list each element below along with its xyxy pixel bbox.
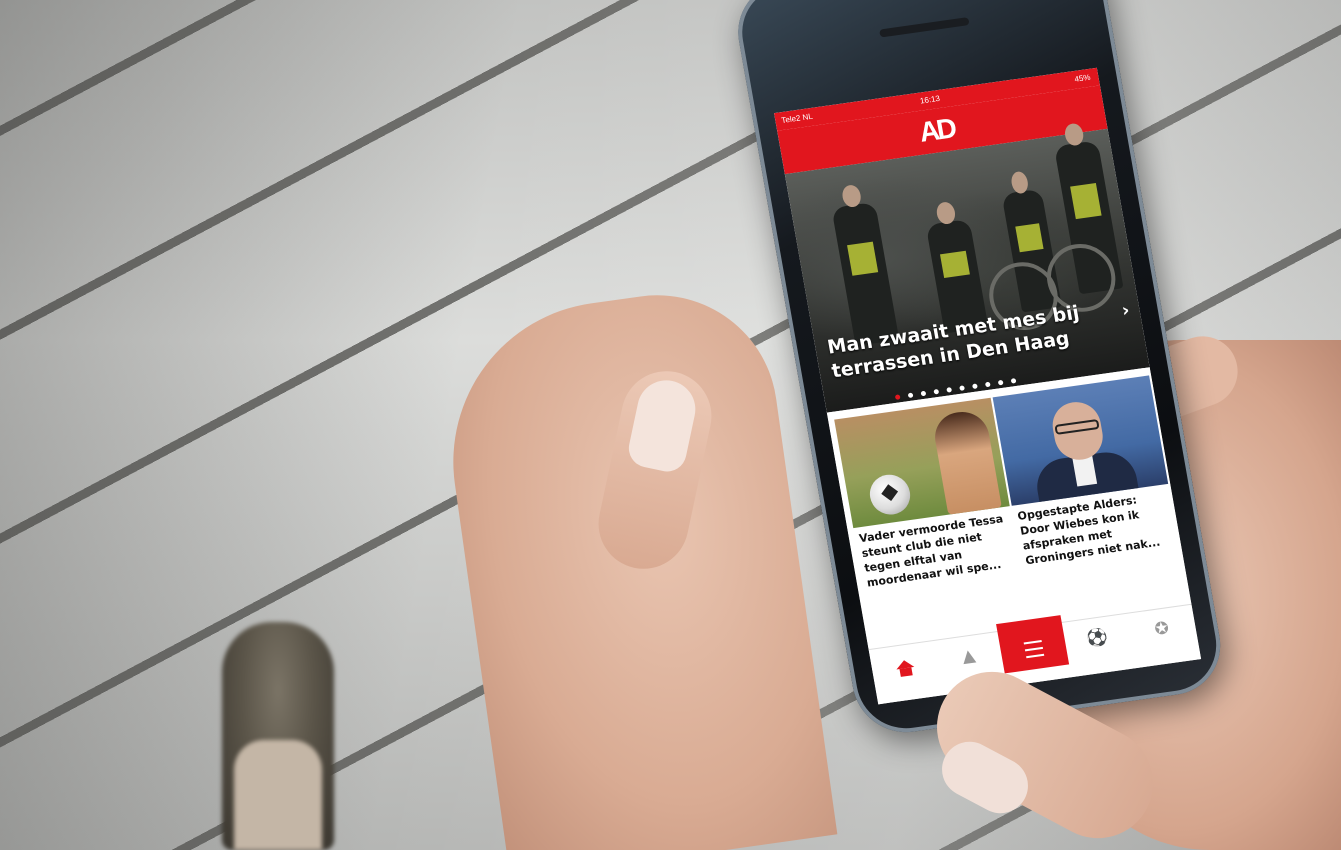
- carousel-dot[interactable]: [907, 392, 914, 399]
- portrait-image: [930, 408, 1002, 515]
- ad-logo: AD: [916, 112, 957, 148]
- carousel-dot[interactable]: [972, 383, 978, 390]
- carousel-dot[interactable]: [1010, 378, 1017, 384]
- bell-icon: ▲: [960, 645, 977, 668]
- football-image: [866, 472, 914, 518]
- hero-article[interactable]: Man zwaait met mes bij terrassen in Den …: [784, 122, 1150, 413]
- photo-scene: Tele2 NL 16:13 45% AD Man zwaait met mes…: [0, 0, 1341, 850]
- carousel-dot[interactable]: [984, 381, 991, 388]
- menu-icon: [998, 625, 1068, 667]
- home-icon: [870, 651, 938, 680]
- police-officer: [831, 184, 900, 346]
- carousel-dot[interactable]: [959, 385, 965, 391]
- chevron-right-icon[interactable]: ›: [1120, 300, 1131, 322]
- clock: 16:13: [919, 93, 941, 106]
- stars-icon: ✪: [1153, 618, 1171, 640]
- carousel-dot[interactable]: [920, 390, 927, 397]
- carousel-dot[interactable]: [933, 388, 940, 395]
- tab-sport[interactable]: ⚽: [1062, 614, 1136, 678]
- carousel-dot[interactable]: [997, 379, 1004, 386]
- article-image: [834, 397, 1010, 529]
- article-grid: Vader vermoorde Tessa steunt club die ni…: [826, 367, 1192, 650]
- carousel-dot[interactable]: [946, 387, 953, 393]
- tab-menu[interactable]: [996, 615, 1070, 674]
- carrier-label: Tele2 NL: [780, 111, 814, 126]
- tab-favorites[interactable]: ✪: [1126, 605, 1200, 669]
- football-icon: ⚽: [1085, 626, 1110, 650]
- carousel-dot[interactable]: [894, 394, 901, 400]
- tab-home[interactable]: [869, 641, 943, 704]
- article-image: [992, 375, 1169, 506]
- battery-level: 45%: [1073, 72, 1092, 84]
- portrait-image: [1023, 395, 1139, 502]
- shoe-sole: [234, 740, 322, 850]
